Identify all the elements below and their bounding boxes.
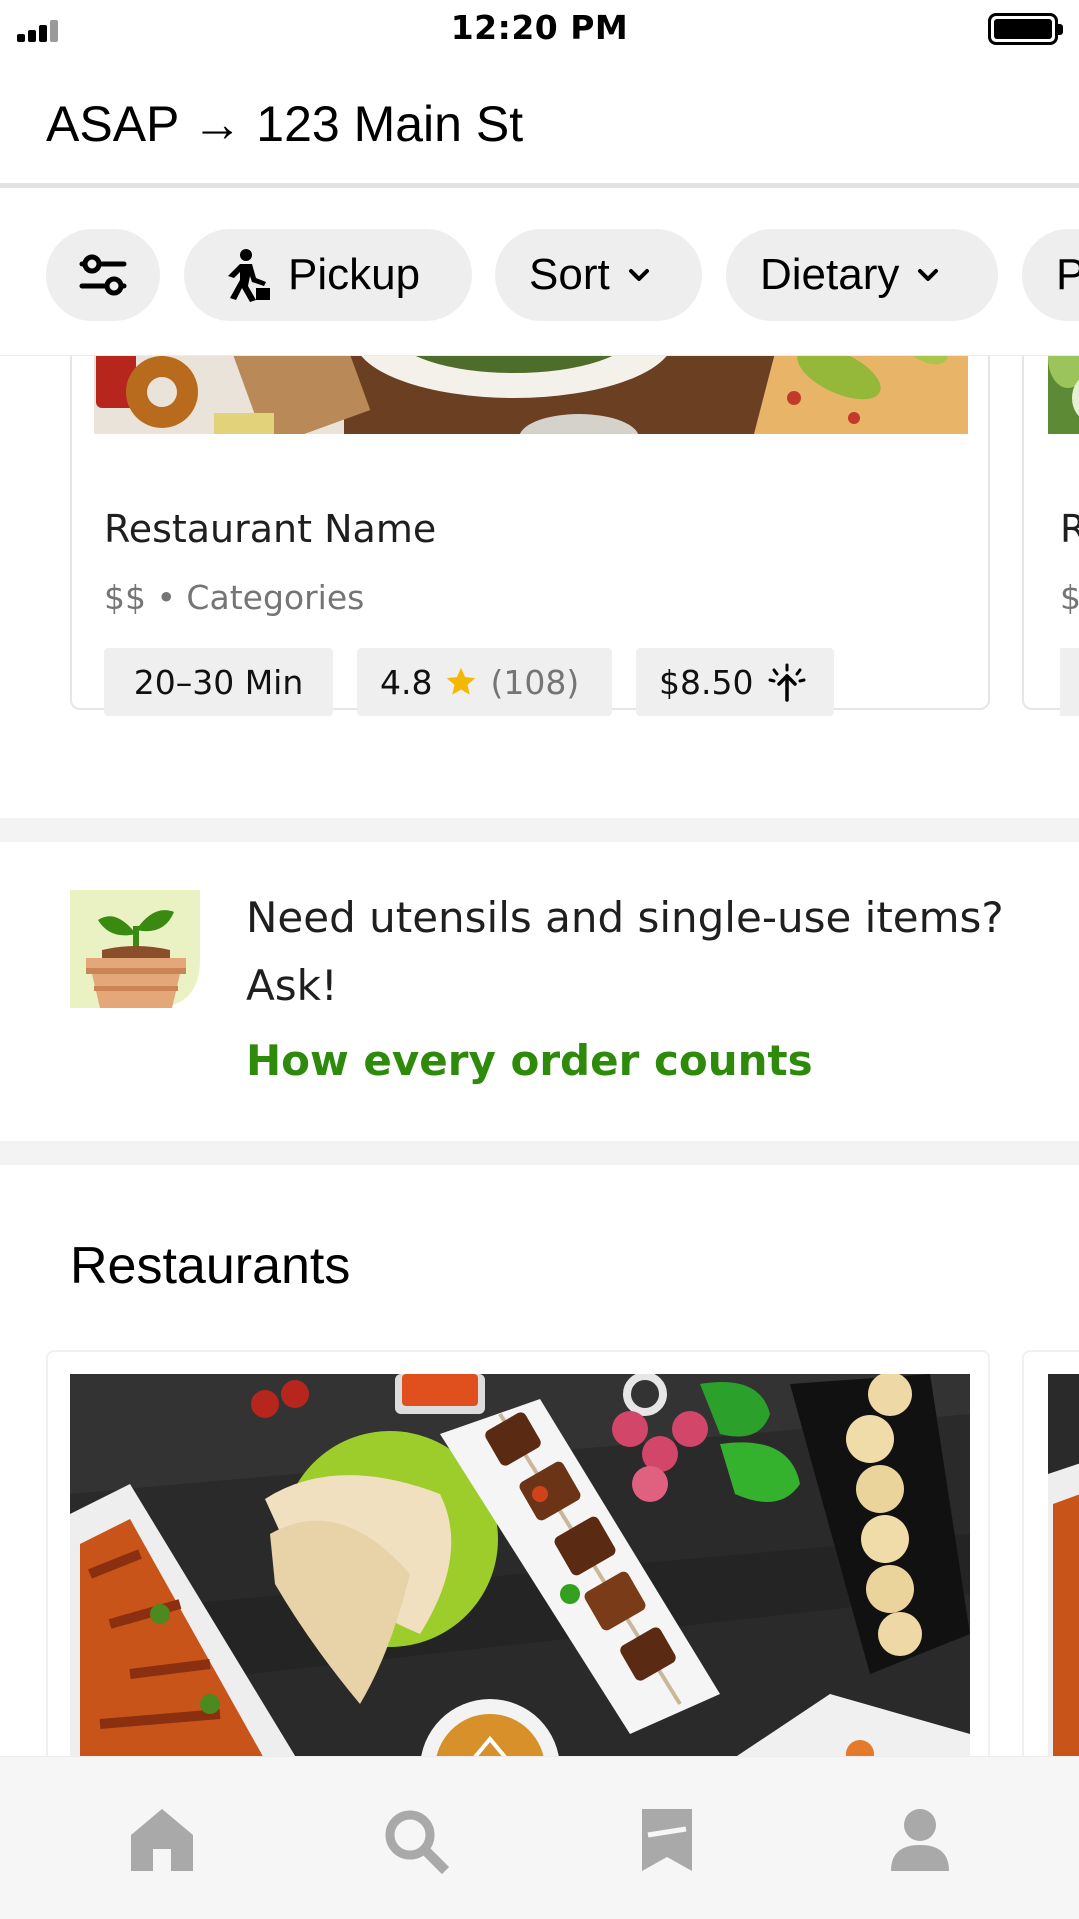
- chevron-down-icon: [918, 269, 939, 281]
- section-divider: [0, 1141, 1079, 1165]
- filter-price-chip[interactable]: P: [1022, 229, 1079, 321]
- home-icon: [131, 1809, 193, 1871]
- delivery-time-badge: 20–30 Min: [104, 648, 333, 716]
- delivery-fee-badge: $8.50: [636, 648, 834, 716]
- battery-icon: [988, 13, 1063, 45]
- restaurant-card[interactable]: [46, 1350, 990, 1756]
- restaurant-image: [1048, 1374, 1079, 1756]
- rating-badge: 4.8 (108): [357, 648, 612, 716]
- filter-sliders-icon: [79, 254, 127, 296]
- search-icon: [385, 1810, 450, 1875]
- filter-dietary-chip[interactable]: Dietary: [726, 229, 998, 321]
- bottom-nav: [0, 1756, 1079, 1919]
- badge-peek: [1060, 648, 1079, 716]
- filter-pickup-chip[interactable]: Pickup: [184, 229, 472, 321]
- bookmark-icon: [642, 1809, 692, 1871]
- rating-count: (108): [490, 662, 580, 702]
- restaurant-meta: $$ • Categories: [104, 578, 365, 617]
- walking-person-icon: [228, 249, 270, 302]
- sustainability-link[interactable]: How every order counts: [246, 1036, 813, 1085]
- rating-value: 4.8: [380, 662, 433, 702]
- filter-sort-chip[interactable]: Sort: [495, 229, 702, 321]
- restaurant-image: [1048, 356, 1079, 434]
- feed[interactable]: Restaurant Name $$ • Categories 20–30 Mi…: [0, 356, 1079, 1756]
- status-bar: 12:20 PM: [0, 0, 1079, 58]
- filter-dietary-label: Dietary: [760, 250, 900, 299]
- pickup-point-icon: [768, 663, 806, 702]
- delivery-time: 20–30 Min: [133, 662, 304, 702]
- delivery-address[interactable]: ASAP → 123 Main St: [46, 95, 523, 153]
- star-icon: [447, 667, 476, 695]
- filter-price-label: P: [1056, 250, 1079, 300]
- restaurant-card-peek[interactable]: [1022, 1350, 1079, 1756]
- header: ASAP → 123 Main St: [0, 58, 1079, 188]
- filter-settings-button[interactable]: [46, 229, 160, 321]
- nav-saved[interactable]: [632, 1805, 702, 1875]
- delivery-fee: $8.50: [659, 662, 754, 702]
- section-title-restaurants: Restaurants: [70, 1237, 351, 1295]
- restaurant-name: Restaurant Name: [104, 507, 437, 551]
- restaurant-image: [94, 356, 968, 434]
- filter-bar: Pickup Sort Dietary P: [0, 193, 1079, 356]
- nav-home[interactable]: [127, 1805, 197, 1875]
- nav-search[interactable]: [380, 1805, 450, 1875]
- plant-pot-icon: [70, 890, 200, 1008]
- nav-account[interactable]: [885, 1805, 955, 1875]
- filter-pickup-label: Pickup: [288, 250, 421, 299]
- chevron-down-icon: [628, 269, 649, 281]
- filter-sort-label: Sort: [529, 250, 610, 299]
- section-divider: [0, 818, 1079, 842]
- status-time: 12:20 PM: [450, 8, 629, 47]
- sustainability-message: Need utensils and single-use items? Ask!: [246, 893, 1004, 1010]
- restaurant-meta-peek: $: [1060, 578, 1079, 617]
- restaurant-name-peek: R: [1060, 507, 1079, 551]
- person-icon: [891, 1809, 949, 1871]
- restaurant-image: [70, 1374, 970, 1756]
